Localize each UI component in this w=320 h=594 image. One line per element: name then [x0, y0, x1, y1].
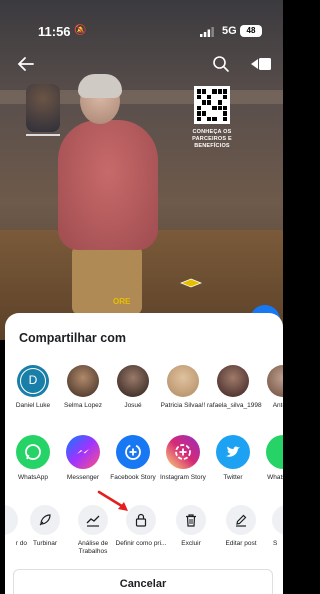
contact-name: Daniel Luke — [15, 402, 51, 409]
action-label: Análise de Trabalhos — [77, 540, 109, 555]
app-label: WhatsApp — [18, 474, 48, 481]
app-label: Instagram Story — [160, 474, 206, 481]
action-label: Definir como pri... — [115, 540, 167, 547]
share-app-instagram-story[interactable]: Instagram Story — [157, 435, 209, 482]
action-label: S — [273, 540, 278, 547]
avatar — [67, 365, 99, 397]
person-legs — [72, 245, 142, 315]
app-label: Facebook Story — [110, 474, 156, 481]
partial-icon — [5, 505, 18, 535]
avatar — [167, 365, 199, 397]
pencil-icon — [226, 505, 256, 535]
qr-caption: CONHEÇA OS PARCEIROS E BENEFÍCIOS — [192, 129, 232, 149]
share-app-messenger[interactable]: Messenger — [57, 435, 109, 482]
search-icon[interactable] — [212, 55, 230, 73]
messenger-icon — [66, 435, 100, 469]
trash-icon — [176, 505, 206, 535]
action-turbinar[interactable]: Turbinar — [19, 505, 71, 548]
app-label: Messenger — [66, 474, 100, 481]
apps-row: WhatsApp Messenger Facebook Story Instag… — [5, 435, 283, 499]
person-body — [58, 120, 158, 250]
contact-name: Selma Lopez — [64, 402, 102, 409]
share-app-whatsapp[interactable]: WhatsApp — [7, 435, 59, 482]
action-label: Turbinar — [33, 540, 57, 547]
cancel-button[interactable]: Cancelar — [13, 569, 273, 594]
share-sheet: Compartilhar com D Daniel Luke Selma Lop… — [5, 313, 283, 594]
contact-name: Antoi A — [272, 402, 283, 409]
contact-item[interactable]: Selma Lopez — [57, 365, 109, 410]
app-label: Whats Stat — [267, 474, 283, 481]
avatar — [217, 365, 249, 397]
network-type: 5G — [222, 25, 237, 37]
share-app-twitter[interactable]: Twitter — [207, 435, 259, 482]
signal-icon — [200, 27, 214, 37]
avatar — [117, 365, 149, 397]
sign-language-interpreter — [26, 84, 60, 132]
video-frame[interactable]: CONHEÇA OS PARCEIROS E BENEFÍCIOS ORE — [0, 0, 283, 340]
facebook-story-icon — [116, 435, 150, 469]
action-excluir[interactable]: Excluir — [165, 505, 217, 548]
contact-item[interactable]: D Daniel Luke — [7, 365, 59, 410]
contact-item[interactable]: Antoi A — [257, 365, 283, 410]
contact-item[interactable]: Josué — [107, 365, 159, 410]
rocket-icon — [30, 505, 60, 535]
contact-item[interactable]: Patricia Silvaa!! — [157, 365, 209, 410]
red-pointer-arrow-icon — [97, 490, 128, 511]
contact-name: Josué — [124, 402, 142, 409]
instagram-icon — [166, 435, 200, 469]
qr-code — [194, 86, 230, 124]
video-overlay-text: ORE — [113, 297, 131, 306]
person-hair — [78, 74, 122, 98]
contacts-row: D Daniel Luke Selma Lopez Josué Patricia… — [5, 365, 283, 429]
partial-icon — [272, 505, 283, 535]
status-time: 11:56 — [38, 24, 71, 39]
contact-name: rafaela_silva_1998 — [207, 402, 262, 409]
share-sheet-title: Compartilhar com — [19, 331, 126, 345]
video-camera-icon[interactable] — [250, 56, 272, 72]
share-app-whatsapp-status[interactable]: Whats Stat — [257, 435, 283, 482]
avatar: D — [17, 365, 49, 397]
action-item[interactable]: S — [261, 505, 283, 548]
whatsapp-status-icon — [266, 435, 283, 469]
back-arrow-icon[interactable] — [16, 54, 36, 74]
app-label: Twitter — [223, 474, 243, 481]
action-label: Excluir — [181, 540, 201, 547]
actions-row: r do Turbinar Análise de Trabalhos Defin… — [5, 505, 283, 569]
status-bar: 11:56 🔕 5G 48 — [0, 0, 283, 42]
contact-item[interactable]: rafaela_silva_1998 — [207, 365, 262, 410]
avatar — [267, 365, 283, 397]
silent-bell-icon: 🔕 — [74, 25, 87, 36]
whatsapp-icon — [16, 435, 50, 469]
graduation-hat-icon — [180, 278, 202, 288]
video-top-nav — [0, 52, 283, 76]
contact-name: Patricia Silvaa!! — [160, 402, 206, 409]
battery-indicator: 48 — [240, 25, 262, 37]
twitter-icon — [216, 435, 250, 469]
action-editar[interactable]: Editar post — [215, 505, 267, 548]
share-app-facebook-story[interactable]: Facebook Story — [107, 435, 159, 482]
avatar-initial: D — [20, 368, 46, 394]
action-label: Editar post — [225, 540, 257, 547]
interpreter-underline — [26, 134, 60, 136]
